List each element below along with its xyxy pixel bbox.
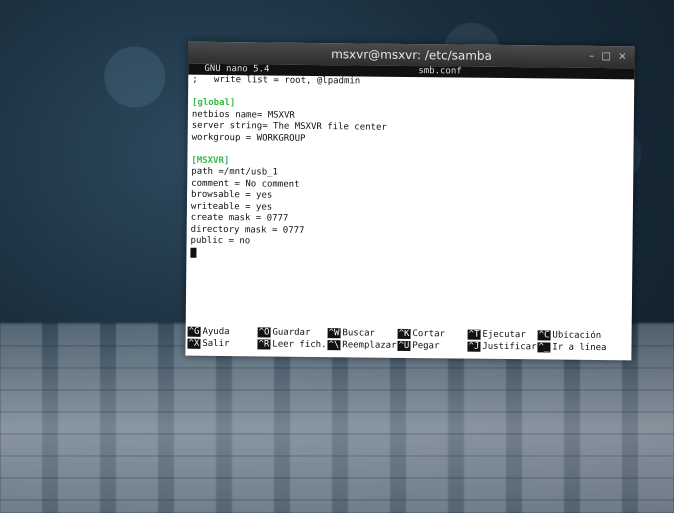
shortcut-item[interactable]: ^_ Ir a línea xyxy=(537,342,607,355)
shortcut-column: ^G Ayuda ^X Salir xyxy=(187,326,230,351)
shortcut-key: ^\ xyxy=(327,340,341,351)
shortcut-label: Ayuda xyxy=(202,326,230,338)
shortcut-key: ^_ xyxy=(537,342,551,353)
shortcut-item[interactable]: ^W Buscar xyxy=(327,328,397,341)
shortcut-label: Justificar xyxy=(482,341,537,353)
shortcut-label: Leer fich. xyxy=(272,339,327,351)
window-title: msxvr@msxvr: /etc/samba xyxy=(331,47,493,63)
shortcut-item[interactable]: ^O Guardar xyxy=(257,327,327,340)
shortcut-item[interactable]: ^U Pegar xyxy=(397,340,444,353)
window-controls[interactable]: – □ × xyxy=(589,46,628,68)
shortcut-label: Buscar xyxy=(342,328,376,339)
shortcut-label: Ubicación xyxy=(552,330,602,342)
shortcut-key: ^O xyxy=(257,327,271,338)
shortcut-item[interactable]: ^R Leer fich. xyxy=(257,339,327,352)
terminal-window[interactable]: msxvr@msxvr: /etc/samba – □ × GNU nano 5… xyxy=(185,41,635,361)
shortcut-key: ^U xyxy=(397,340,411,352)
shortcut-label: Ejecutar xyxy=(482,329,526,341)
text-cursor xyxy=(190,247,197,258)
shortcut-label: Pegar xyxy=(412,341,440,352)
nano-shortcut-bar: ^G Ayuda ^X Salir ^O Guardar ^R Leer fich. ^W Bus… xyxy=(187,326,629,358)
nano-filename: smb.conf xyxy=(418,66,462,77)
shortcut-item[interactable]: ^C Ubicación xyxy=(537,330,607,343)
shortcut-item[interactable]: ^X Salir xyxy=(187,338,230,351)
shortcut-item[interactable]: ^G Ayuda xyxy=(187,326,230,339)
editor-buffer[interactable]: ; write list = root, @lpadmin [global] net… xyxy=(186,75,634,264)
nano-version: GNU nano 5.4 xyxy=(204,63,270,75)
shortcut-key: ^J xyxy=(467,341,481,352)
shortcut-key: ^C xyxy=(537,330,551,341)
shortcut-item[interactable]: ^T Ejecutar xyxy=(467,329,537,343)
shortcut-key: ^W xyxy=(327,328,341,339)
shortcut-column: ^K Cortar ^U Pegar xyxy=(397,328,446,353)
shortcut-column: ^W Buscar ^\ Reemplazar xyxy=(327,328,397,353)
terminal-area[interactable]: GNU nano 5.4 smb.conf ; write list = roo… xyxy=(185,63,635,361)
shortcut-column: ^O Guardar ^R Leer fich. xyxy=(257,327,327,352)
shortcut-column: ^T Ejecutar ^J Justificar xyxy=(467,329,537,355)
shortcut-label: Guardar xyxy=(272,327,311,338)
shortcut-key: ^K xyxy=(397,328,411,340)
shortcut-column: ^C Ubicación ^_ Ir a línea xyxy=(537,330,607,355)
shortcut-item[interactable]: ^J Justificar xyxy=(467,341,537,355)
shortcut-label: Salir xyxy=(202,338,230,350)
shortcut-item[interactable]: ^\ Reemplazar xyxy=(327,340,397,353)
shortcut-label: Reemplazar xyxy=(342,340,397,351)
shortcut-item[interactable]: ^K Cortar xyxy=(397,328,446,341)
shortcut-label: Cortar xyxy=(412,329,446,340)
shortcut-key: ^X xyxy=(187,338,201,349)
shortcut-key: ^G xyxy=(187,326,201,337)
shortcut-key: ^T xyxy=(467,329,481,340)
shortcut-label: Ir a línea xyxy=(552,342,607,354)
shortcut-key: ^R xyxy=(257,339,271,350)
